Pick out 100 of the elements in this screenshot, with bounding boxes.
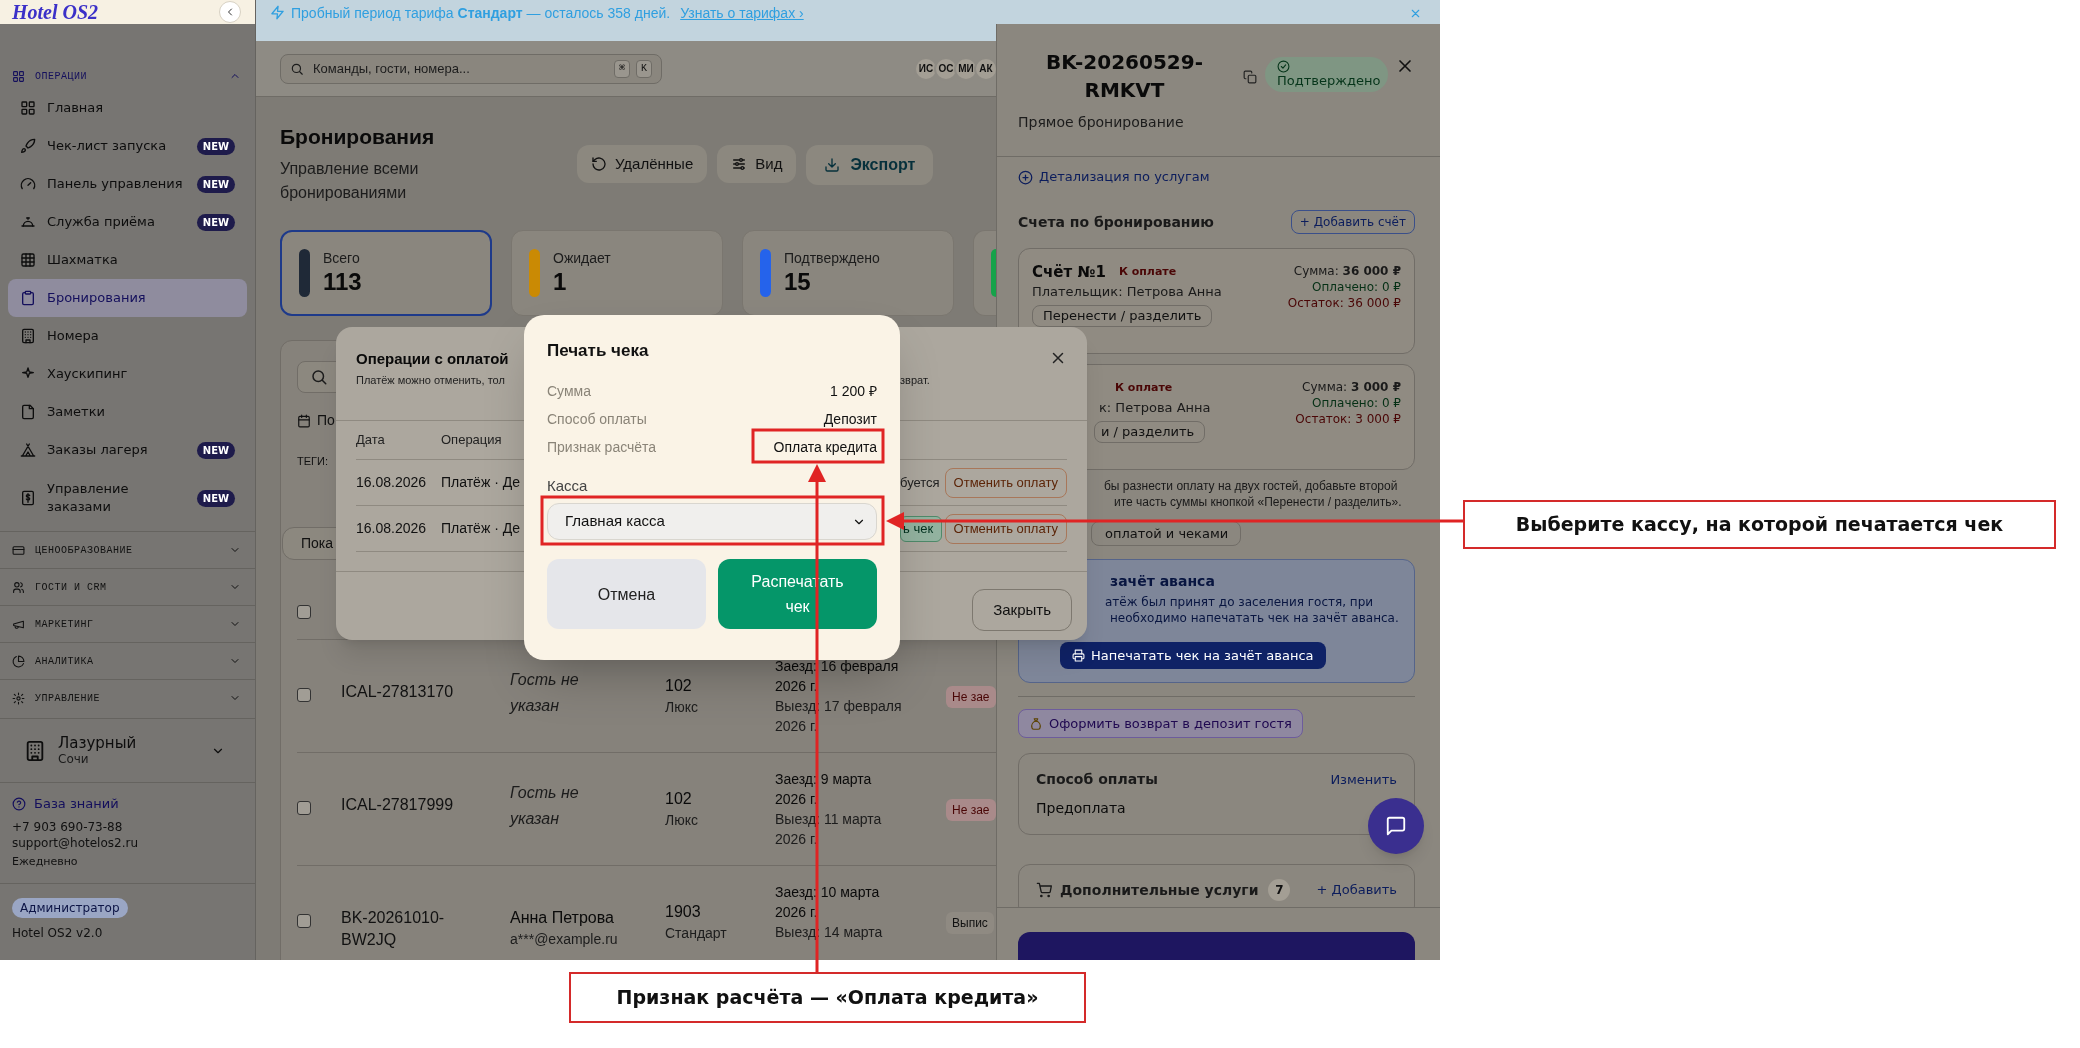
- property-switcher[interactable]: Лазурный Сочи: [0, 718, 255, 782]
- invoice-title: Счёт №1: [1032, 261, 1106, 283]
- nav-item[interactable]: Заказы лагеря NEW: [8, 431, 247, 469]
- stat-value: 15: [784, 267, 812, 297]
- cancel-payment-button[interactable]: Отменить оплату: [944, 467, 1067, 498]
- details-link[interactable]: Детализация по услугам: [1018, 167, 1210, 187]
- stat-label: Всего: [323, 249, 361, 267]
- booking-title: BK-20260529-RMKVT: [1045, 49, 1204, 104]
- table-grid-icon: [20, 252, 36, 268]
- close-button[interactable]: Закрыть: [972, 589, 1072, 631]
- page-title: Бронирования: [280, 124, 436, 150]
- section-header[interactable]: УПРАВЛЕНИЕ: [0, 679, 255, 716]
- role-badge: Администратор: [12, 898, 128, 918]
- app-version: Hotel OS2 v2.0: [12, 925, 103, 941]
- section-header[interactable]: ОПЕРАЦИИ: [0, 63, 255, 89]
- nav-item[interactable]: Управление заказами NEW: [8, 469, 247, 527]
- invoice-paid: Оплачено: 0 ₽: [1312, 279, 1401, 295]
- dialog-title: Печать чека: [547, 340, 650, 362]
- download-icon: [824, 157, 841, 173]
- invoice-payer: к: Петрова Анна: [1099, 400, 1211, 416]
- checkbox[interactable]: [297, 604, 311, 619]
- new-badge: NEW: [196, 441, 235, 459]
- add-extra-link[interactable]: + Добавить: [1316, 880, 1397, 900]
- nav-item[interactable]: Номера: [8, 317, 247, 355]
- stat-card[interactable]: Ожидает 1: [511, 230, 723, 316]
- column-header: Дата: [356, 431, 386, 450]
- extras-title: Дополнительные услуги: [1060, 880, 1259, 900]
- field-value: Депозит: [823, 409, 877, 429]
- section-header[interactable]: ГОСТИ И CRM: [0, 568, 255, 605]
- nav-item[interactable]: Главная: [8, 89, 247, 127]
- cash-register-select[interactable]: Главная касса: [547, 503, 877, 540]
- check-in-date: Заезд: 16 февраля 2026 г.: [775, 657, 900, 696]
- tags-label: ТЕГИ:: [297, 453, 328, 468]
- invoice-balance: Остаток: 36 000 ₽: [1287, 295, 1401, 311]
- checkbox[interactable]: [297, 801, 311, 815]
- booking-id: BK-20261010-BW2JQ: [341, 908, 446, 950]
- collapse-button[interactable]: [219, 1, 241, 23]
- toolbar-button[interactable]: Удалённые: [577, 145, 708, 183]
- support-email: support@hotelos2.ru: [12, 835, 139, 851]
- tent-icon: [20, 442, 36, 458]
- nav-item[interactable]: Бронирования: [8, 279, 247, 317]
- copy-icon[interactable]: [1243, 70, 1257, 84]
- toolbar-button[interactable]: Вид: [717, 145, 797, 183]
- nav-item[interactable]: Панель управления NEW: [8, 165, 247, 203]
- nav-item[interactable]: Хаускипинг: [8, 355, 247, 393]
- toolbar-button[interactable]: Экспорт: [806, 145, 934, 185]
- cancel-button[interactable]: Отмена: [547, 559, 706, 629]
- grid-icon: [12, 69, 25, 83]
- nav-item[interactable]: Служба приёма NEW: [8, 203, 247, 241]
- split-button[interactable]: и / разделить: [1094, 421, 1206, 443]
- column-header: Операция: [441, 431, 502, 450]
- service-bell-icon: [20, 214, 36, 230]
- section-header[interactable]: МАРКЕТИНГ: [0, 605, 255, 642]
- section-header[interactable]: ЦЕНООБРАЗОВАНИЕ: [0, 531, 255, 568]
- building-icon: [20, 328, 36, 344]
- print-advance-button[interactable]: Напечатать чек на зачёт аванса: [1060, 642, 1326, 669]
- refund-button[interactable]: Оформить возврат в депозит гостя: [1018, 709, 1303, 738]
- room-number: 1903: [665, 902, 701, 922]
- add-invoice-button[interactable]: + Добавить счёт: [1290, 210, 1415, 234]
- stat-value: 113: [323, 267, 362, 297]
- payment-date: 16.08.2026: [356, 473, 428, 492]
- property-name: Лазурный: [58, 734, 137, 752]
- room-type: Стандарт: [665, 924, 727, 943]
- payment-note: буется: [900, 473, 940, 492]
- new-badge: NEW: [196, 137, 235, 155]
- user-avatar[interactable]: АК: [974, 56, 998, 81]
- section-header[interactable]: АНАЛИТИКА: [0, 642, 255, 679]
- stat-card[interactable]: Всего 113: [280, 230, 492, 316]
- knowledge-base-link[interactable]: База знаний: [12, 795, 119, 813]
- status-badge: Выпис: [946, 912, 994, 934]
- payment-date: 16.08.2026: [356, 519, 428, 538]
- check-in-date: Заезд: 10 марта 2026 г.: [775, 883, 881, 922]
- user-avatar[interactable]: ОС: [934, 56, 958, 81]
- change-link[interactable]: Изменить: [1330, 769, 1397, 790]
- nav-item[interactable]: Чек-лист запуска NEW: [8, 127, 247, 165]
- guest-name: Гость не указан: [510, 670, 580, 716]
- date-filter[interactable]: По: [297, 410, 335, 432]
- dollar-document-icon: [20, 490, 36, 506]
- checkbox[interactable]: [297, 914, 311, 928]
- dialog-subtitle: Платёж можно отменить, тол: [356, 373, 506, 387]
- checkbox[interactable]: [297, 688, 311, 702]
- check-circle-icon: [1277, 60, 1290, 73]
- nav-item[interactable]: Шахматка: [8, 241, 247, 279]
- stat-card[interactable]: Подтверждено 15: [742, 230, 954, 316]
- chat-icon: [1385, 815, 1407, 837]
- support-hours: Ежедневно: [12, 855, 78, 869]
- new-badge: NEW: [196, 213, 235, 231]
- user-avatar[interactable]: МИ: [954, 56, 978, 81]
- room-number: 102: [665, 676, 692, 696]
- invoice-payer: Плательщик: Петрова Анна: [1032, 284, 1222, 300]
- payment-method-value: Предоплата: [1036, 799, 1127, 818]
- nav-item[interactable]: Заметки: [8, 393, 247, 431]
- booking-id: ICAL-27817999: [341, 795, 455, 815]
- room-type: Люкс: [665, 811, 698, 830]
- field-label: Признак расчёта: [547, 437, 657, 457]
- cancel-payment-button[interactable]: Отменить оплату: [944, 513, 1067, 544]
- callout-label: Выберите кассу, на которой печатается чек: [1463, 500, 2056, 549]
- credit-card-icon: [12, 543, 25, 557]
- notice-title: зачёт аванса: [1110, 572, 1215, 590]
- user-avatar[interactable]: ИС: [914, 56, 938, 81]
